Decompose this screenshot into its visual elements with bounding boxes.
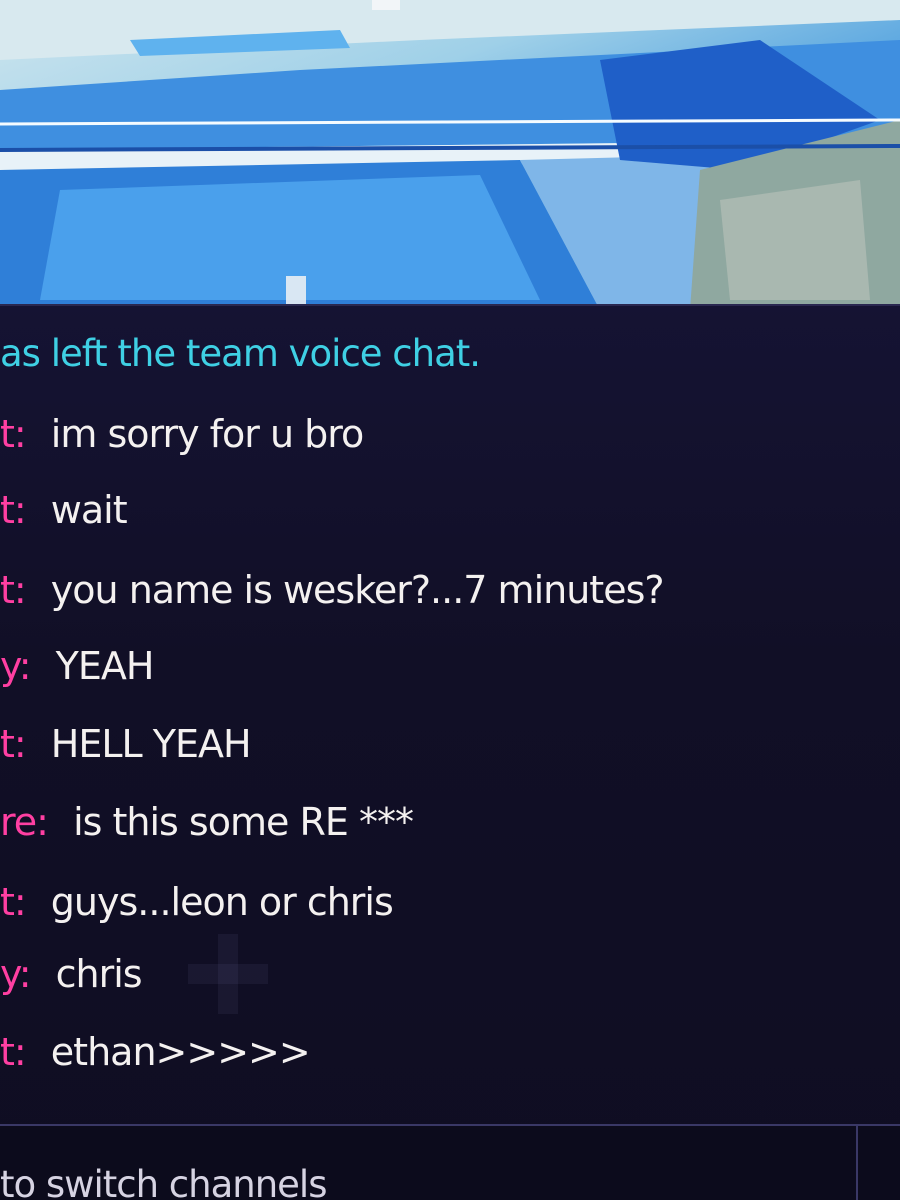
- chat-message: t: guys...leon or chris: [0, 870, 394, 934]
- message-text: ethan>>>>>: [50, 1030, 311, 1074]
- sender-name: re:: [0, 800, 49, 844]
- message-text: im sorry for u bro: [50, 412, 364, 456]
- message-text: chris: [55, 952, 143, 996]
- system-message: as left the team voice chat.: [0, 322, 481, 386]
- message-text: HELL YEAH: [50, 722, 252, 766]
- chat-message: y: YEAH: [0, 634, 155, 698]
- scene-marker: [286, 276, 306, 306]
- chat-panel: as left the team voice chat. t: im sorry…: [0, 304, 900, 1200]
- message-text: you name is wesker?...7 minutes?: [50, 568, 665, 612]
- message-text: YEAH: [55, 644, 155, 688]
- input-bar-divider: [856, 1124, 858, 1200]
- message-text: guys...leon or chris: [50, 880, 394, 924]
- message-text: wait: [50, 488, 128, 532]
- sender-name: y:: [0, 952, 32, 996]
- sender-name: t:: [0, 880, 27, 924]
- scene-highlight: [372, 0, 400, 10]
- faded-plus-icon: [188, 934, 268, 1014]
- chat-message: t: wait: [0, 478, 128, 542]
- game-scene-background: [0, 0, 900, 310]
- sender-name: t:: [0, 1030, 27, 1074]
- sender-name: t:: [0, 412, 27, 456]
- sender-name: t:: [0, 488, 27, 532]
- game-screen: as left the team voice chat. t: im sorry…: [0, 0, 900, 1200]
- chat-message: re: is this some RE ***: [0, 790, 414, 854]
- chat-message: t: HELL YEAH: [0, 712, 252, 776]
- sender-name: y:: [0, 644, 32, 688]
- switch-channels-hint: to switch channels: [0, 1163, 327, 1200]
- sender-name: t:: [0, 722, 27, 766]
- chat-message: t: you name is wesker?...7 minutes?: [0, 558, 665, 622]
- chat-message: y: chris: [0, 942, 143, 1006]
- message-text: is this some RE ***: [73, 800, 414, 844]
- game-scene-art: [0, 0, 900, 310]
- sender-name: t:: [0, 568, 27, 612]
- chat-message: t: im sorry for u bro: [0, 402, 364, 466]
- system-message-text: as left the team voice chat.: [0, 332, 481, 375]
- chat-message: t: ethan>>>>>: [0, 1020, 311, 1084]
